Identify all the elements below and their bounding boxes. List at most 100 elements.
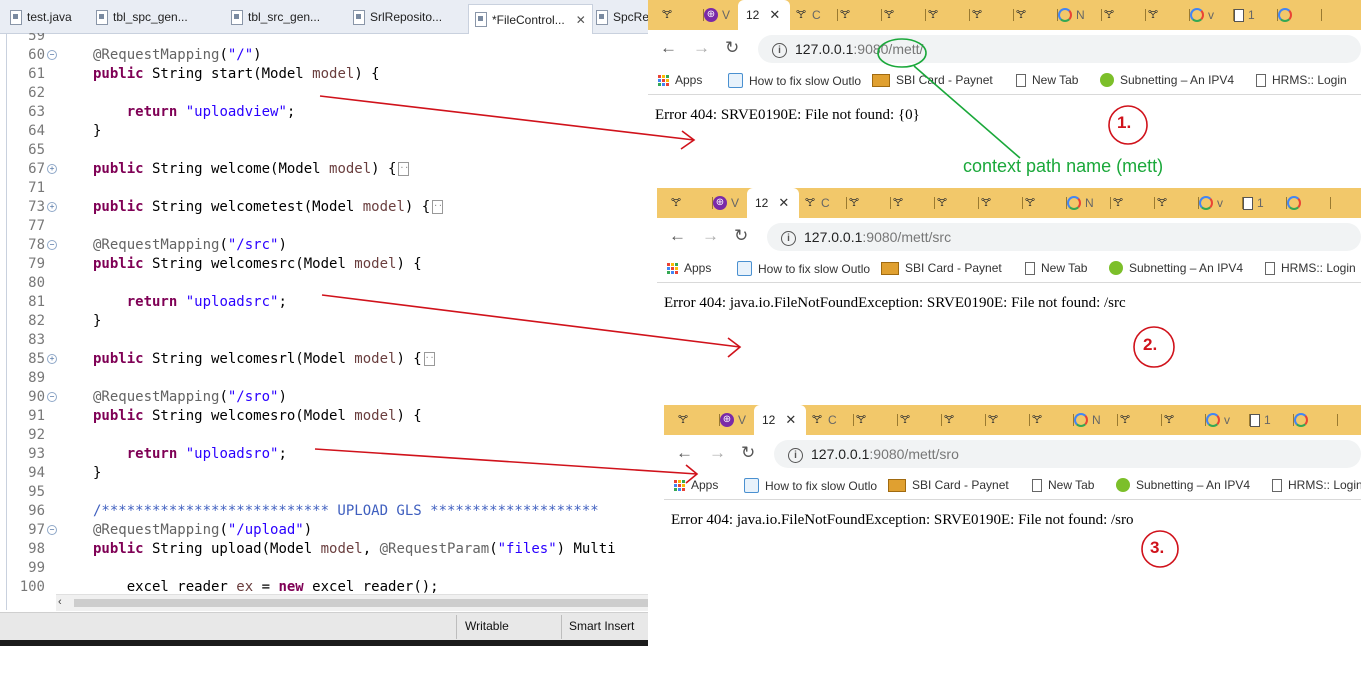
- code-line[interactable]: 79 public String welcomesrc(Model model) …: [7, 255, 648, 274]
- bookmark-newtab[interactable]: New Tab: [1016, 73, 1078, 87]
- code-line[interactable]: 95: [7, 483, 648, 502]
- address-bar[interactable]: i 127.0.0.1:9080/mett/: [758, 35, 1361, 63]
- forward-icon[interactable]: →: [709, 443, 726, 463]
- browser-tab-active[interactable]: 12 ✕: [747, 188, 799, 218]
- bookmark-label: Subnetting – An IPV4: [1136, 478, 1251, 492]
- bookmark-apps[interactable]: Apps: [667, 261, 711, 275]
- reload-icon[interactable]: ↻: [741, 443, 755, 463]
- address-bar[interactable]: i 127.0.0.1:9080/mett/src: [767, 223, 1361, 251]
- bee-icon: 🝖: [1119, 414, 1131, 426]
- code-line[interactable]: 82}: [7, 312, 648, 331]
- code-line[interactable]: 96 /*************************** UPLOAD GL…: [7, 502, 648, 521]
- collapsed-block-icon[interactable]: ..: [432, 200, 444, 214]
- collapsed-block-icon[interactable]: ..: [423, 352, 435, 366]
- scrollbar-thumb[interactable]: [74, 599, 648, 607]
- bookmark-subnet[interactable]: Subnetting – An IPV4: [1109, 261, 1243, 275]
- browser-tab-active[interactable]: 12 ✕: [738, 0, 790, 30]
- code-line[interactable]: 61 public String start(Model model) {: [7, 65, 648, 84]
- browser-tab[interactable]: [1277, 188, 1331, 218]
- code-line[interactable]: 90− @RequestMapping("/sro"): [7, 388, 648, 407]
- code-line[interactable]: 65: [7, 141, 648, 160]
- reload-icon[interactable]: ↻: [734, 226, 748, 246]
- code-line[interactable]: 91 public String welcomesro(Model model) …: [7, 407, 648, 426]
- info-icon[interactable]: i: [781, 230, 796, 246]
- code-line[interactable]: 71: [7, 179, 648, 198]
- browser-tab-active[interactable]: 12 ✕: [754, 405, 806, 435]
- bookmark-fix[interactable]: How to fix slow Outlo: [737, 261, 870, 276]
- code-line[interactable]: 99: [7, 559, 648, 578]
- forward-icon[interactable]: →: [702, 226, 719, 246]
- page-icon: [1025, 261, 1035, 275]
- bookmark-fix[interactable]: How to fix slow Outlo: [728, 73, 861, 88]
- expand-fold-icon[interactable]: +: [47, 354, 57, 364]
- code-line[interactable]: 83: [7, 331, 648, 350]
- code-line[interactable]: 93 return "uploadsro";: [7, 445, 648, 464]
- code-line[interactable]: 97− @RequestMapping("/upload"): [7, 521, 648, 540]
- reload-icon[interactable]: ↻: [725, 38, 739, 58]
- back-icon[interactable]: ←: [676, 443, 693, 463]
- code-line[interactable]: 100 excel_reader ex = new excel_reader()…: [7, 578, 648, 594]
- horizontal-scrollbar[interactable]: ‹: [56, 594, 648, 611]
- tab-title: V: [731, 196, 740, 210]
- code-line[interactable]: 98 public String upload(Model model, @Req…: [7, 540, 648, 559]
- java-file-icon: [353, 9, 365, 25]
- bookmark-apps[interactable]: Apps: [658, 73, 702, 87]
- close-tab-icon[interactable]: ✕: [576, 13, 586, 27]
- code-line[interactable]: 60− @RequestMapping("/"): [7, 46, 648, 65]
- code-line[interactable]: 63 return "uploadview";: [7, 103, 648, 122]
- bookmark-sbi[interactable]: SBI Card - Paynet: [888, 478, 1009, 492]
- code-line[interactable]: 78− @RequestMapping("/src"): [7, 236, 648, 255]
- close-tab-icon[interactable]: ✕: [785, 412, 796, 428]
- bookmark-newtab[interactable]: New Tab: [1032, 478, 1094, 492]
- bookmark-hrms[interactable]: HRMS:: Login: [1272, 478, 1361, 492]
- code-line[interactable]: 85 + public String welcomesrl(Model model)…: [7, 350, 648, 369]
- editor-tab[interactable]: SpcRep: [596, 7, 656, 27]
- code-line[interactable]: 67 + public String welcome(Model model) {.…: [7, 160, 648, 179]
- bookmark-hrms[interactable]: HRMS:: Login: [1256, 73, 1347, 87]
- editor-tab[interactable]: tbl_spc_gen...: [96, 7, 188, 27]
- info-icon[interactable]: i: [772, 42, 787, 58]
- scroll-left-icon[interactable]: ‹: [58, 596, 62, 608]
- bookmark-hrms[interactable]: HRMS:: Login: [1265, 261, 1356, 275]
- subnetting-icon: [1116, 478, 1130, 492]
- collapse-fold-icon[interactable]: −: [47, 525, 57, 535]
- bookmark-apps[interactable]: Apps: [674, 478, 718, 492]
- back-icon[interactable]: ←: [660, 38, 677, 58]
- browser-tab[interactable]: [1268, 0, 1322, 30]
- collapse-fold-icon[interactable]: −: [47, 50, 57, 60]
- collapsed-block-icon[interactable]: ..: [398, 162, 410, 176]
- bookmark-newtab[interactable]: New Tab: [1025, 261, 1087, 275]
- code-line[interactable]: 62: [7, 84, 648, 103]
- collapse-fold-icon[interactable]: −: [47, 240, 57, 250]
- code-line[interactable]: 94}: [7, 464, 648, 483]
- close-tab-icon[interactable]: ✕: [769, 7, 780, 23]
- bookmark-fix[interactable]: How to fix slow Outlo: [744, 478, 877, 493]
- back-icon[interactable]: ←: [669, 226, 686, 246]
- info-icon[interactable]: i: [788, 447, 803, 463]
- code-area[interactable]: 59 60− @RequestMapping("/") 61 public String…: [7, 33, 648, 594]
- address-bar[interactable]: i 127.0.0.1:9080/mett/sro: [774, 440, 1361, 468]
- editor-tab[interactable]: test.java: [10, 7, 72, 27]
- bookmark-sbi[interactable]: SBI Card - Paynet: [881, 261, 1002, 275]
- code-line[interactable]: 77: [7, 217, 648, 236]
- bee-icon: 🝖: [1147, 9, 1159, 21]
- code-line[interactable]: 92: [7, 426, 648, 445]
- editor-tab-active[interactable]: *FileControl... ✕: [468, 4, 593, 34]
- forward-icon[interactable]: →: [693, 38, 710, 58]
- expand-fold-icon[interactable]: +: [47, 202, 57, 212]
- code-line[interactable]: 64}: [7, 122, 648, 141]
- code-line[interactable]: 81 return "uploadsrc";: [7, 293, 648, 312]
- browser-tab[interactable]: [1284, 405, 1338, 435]
- code-line[interactable]: 73 + public String welcometest(Model model…: [7, 198, 648, 217]
- code-line[interactable]: 89: [7, 369, 648, 388]
- bookmark-sbi[interactable]: SBI Card - Paynet: [872, 73, 993, 87]
- bookmark-subnet[interactable]: Subnetting – An IPV4: [1116, 478, 1250, 492]
- code-line[interactable]: 59: [7, 33, 648, 46]
- code-line[interactable]: 80: [7, 274, 648, 293]
- close-tab-icon[interactable]: ✕: [778, 195, 789, 211]
- bookmark-subnet[interactable]: Subnetting – An IPV4: [1100, 73, 1234, 87]
- editor-tab[interactable]: tbl_src_gen...: [231, 7, 320, 27]
- collapse-fold-icon[interactable]: −: [47, 392, 57, 402]
- expand-fold-icon[interactable]: +: [47, 164, 57, 174]
- editor-tab[interactable]: SrlReposito...: [353, 7, 442, 27]
